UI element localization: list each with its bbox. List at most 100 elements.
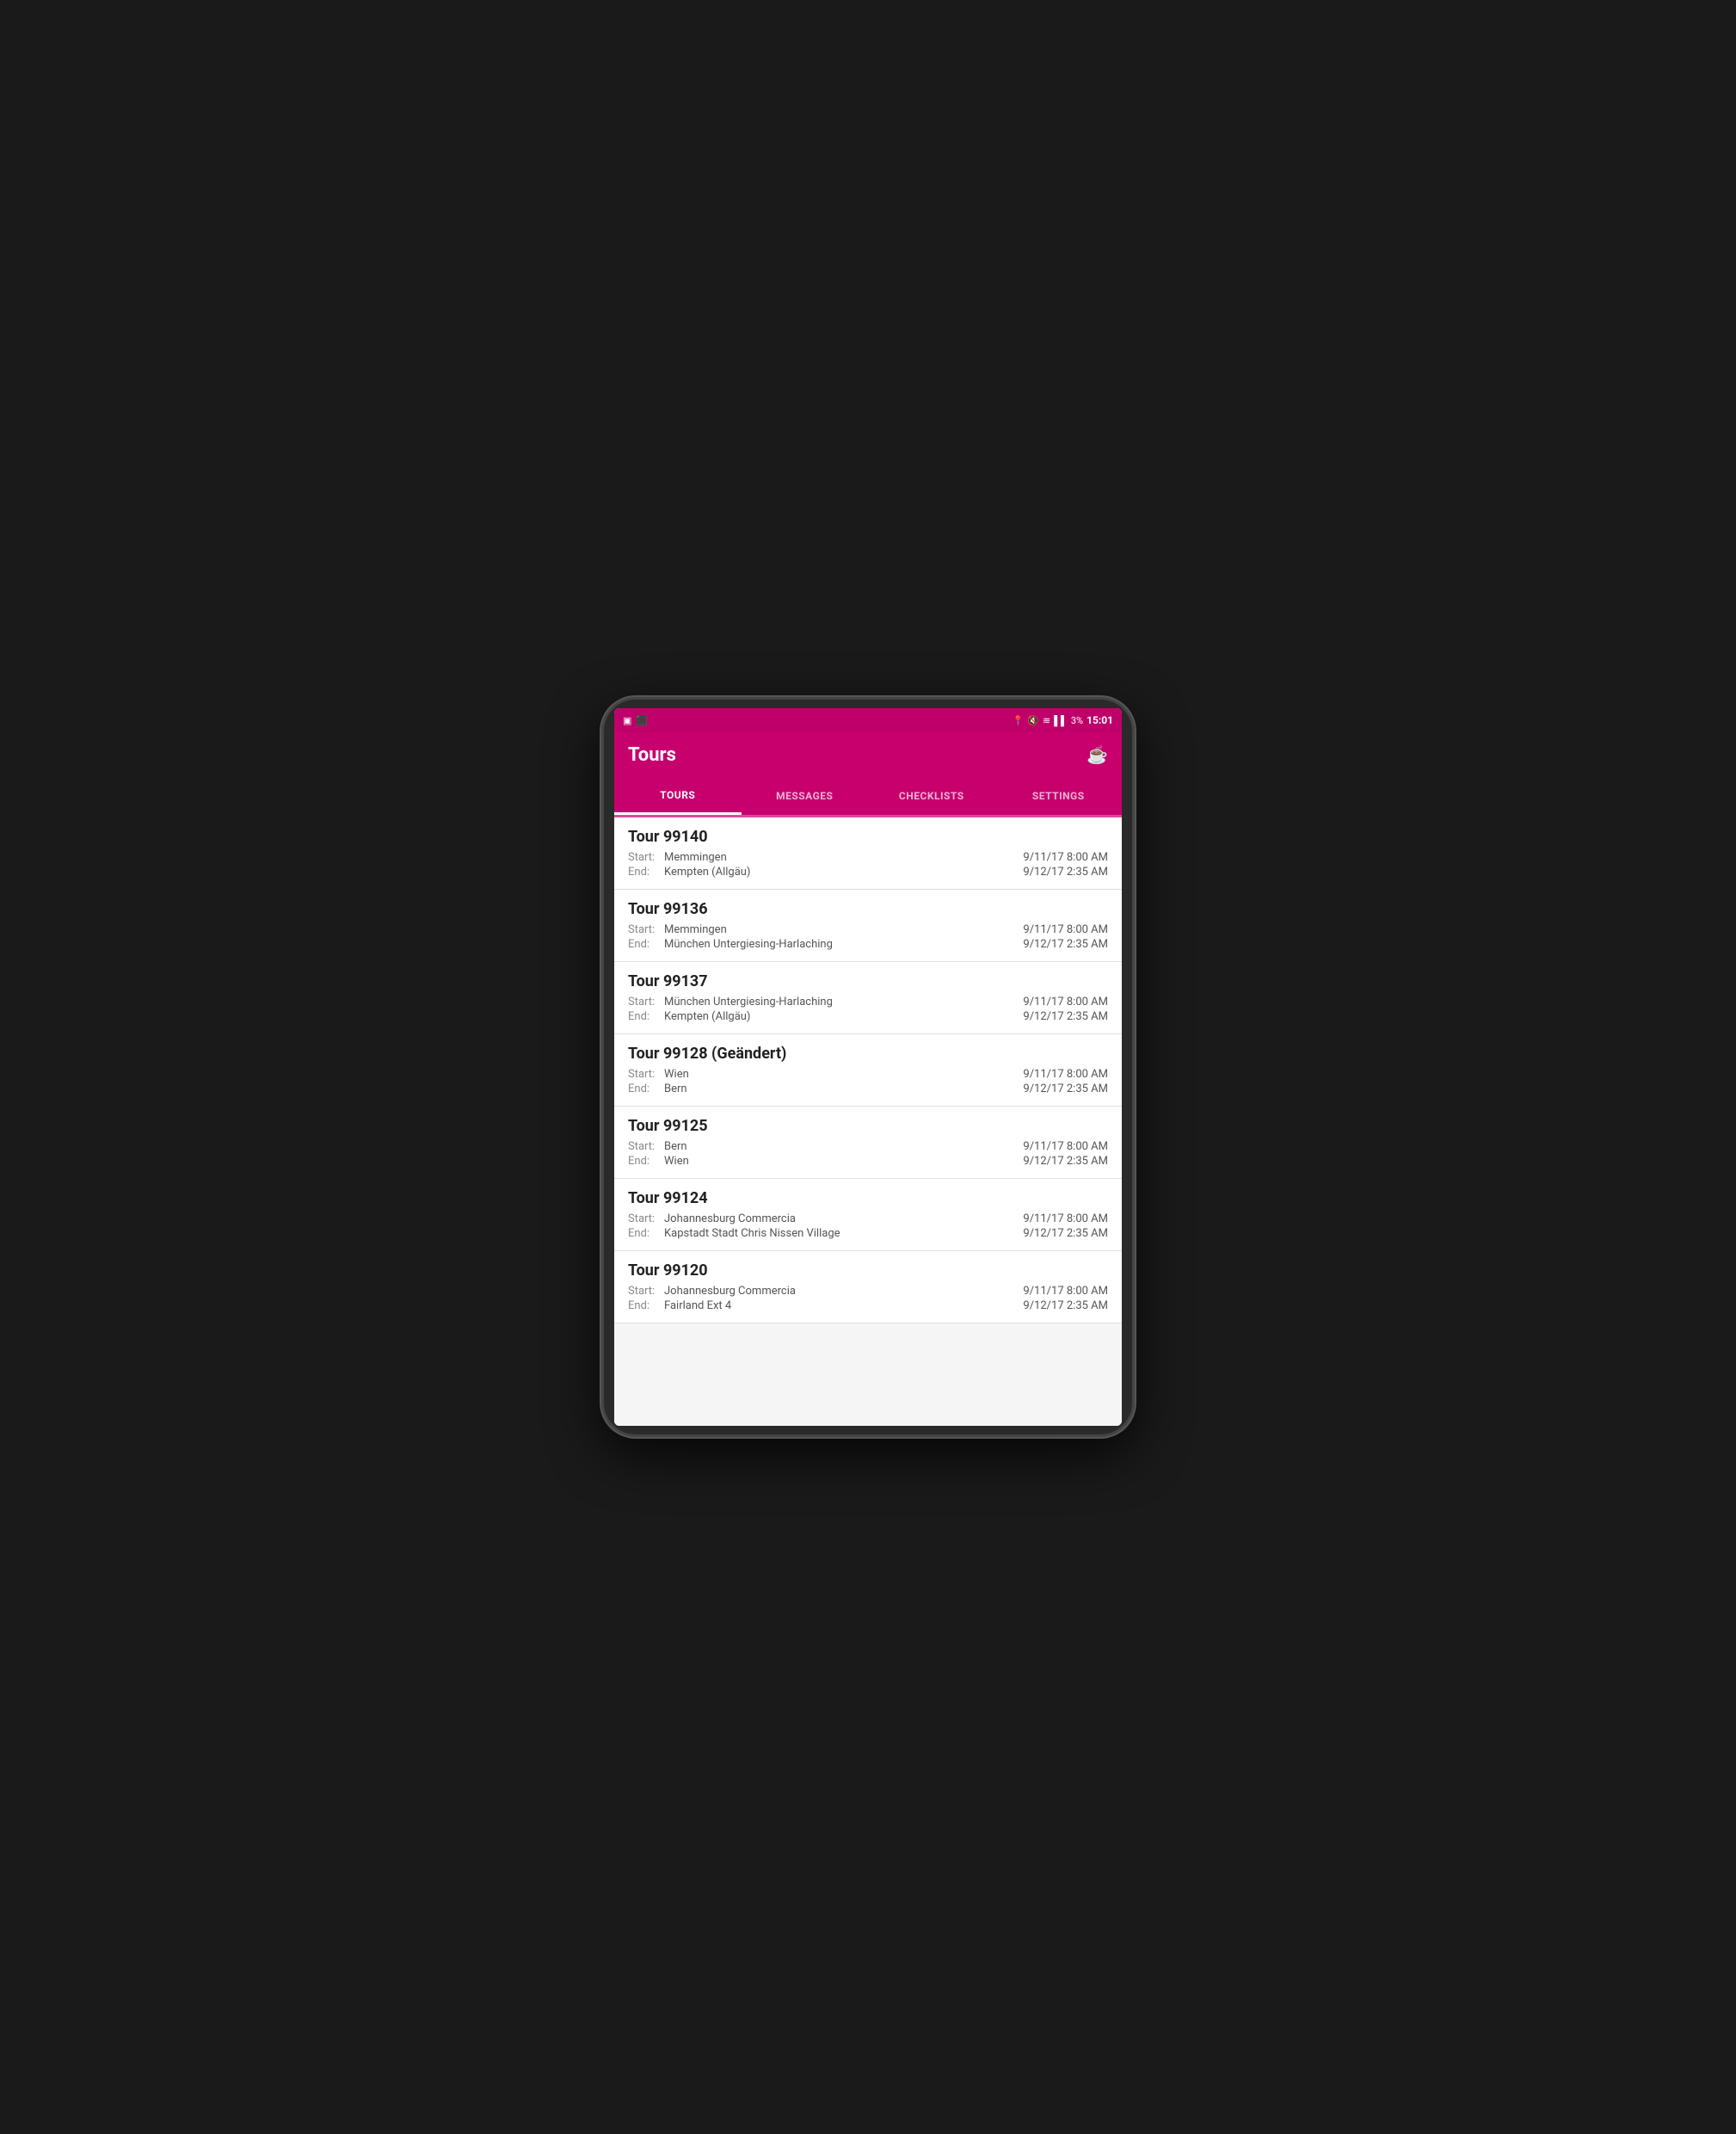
tour-end-label: End: bbox=[628, 1155, 661, 1168]
tour-end-label: End: bbox=[628, 866, 661, 879]
tab-tours[interactable]: TOURS bbox=[614, 777, 742, 815]
tour-start-location: Wien bbox=[664, 1068, 689, 1081]
tour-end-date: 9/12/17 2:35 AM bbox=[1023, 1155, 1108, 1168]
tab-messages-label: MESSAGES bbox=[776, 790, 833, 802]
tour-name: Tour 99137 bbox=[628, 972, 1108, 990]
tour-end-label: End: bbox=[628, 1299, 661, 1312]
tour-end-left: End: Kapstadt Stadt Chris Nissen Village bbox=[628, 1227, 840, 1240]
tour-end-label: End: bbox=[628, 938, 661, 951]
tour-item[interactable]: Tour 99124 Start: Johannesburg Commercia… bbox=[614, 1179, 1122, 1251]
tour-end-row: End: Kapstadt Stadt Chris Nissen Village… bbox=[628, 1227, 1108, 1240]
tour-end-date: 9/12/17 2:35 AM bbox=[1023, 1082, 1108, 1095]
tour-start-left: Start: Johannesburg Commercia bbox=[628, 1212, 796, 1225]
tour-name: Tour 99124 bbox=[628, 1189, 1108, 1207]
tour-end-row: End: München Untergiesing-Harlaching 9/1… bbox=[628, 938, 1108, 951]
coffee-icon[interactable]: ☕ bbox=[1087, 744, 1108, 765]
tour-start-row: Start: Johannesburg Commercia 9/11/17 8:… bbox=[628, 1285, 1108, 1298]
tour-end-date: 9/12/17 2:35 AM bbox=[1023, 866, 1108, 879]
tour-start-date: 9/11/17 8:00 AM bbox=[1023, 851, 1108, 864]
tour-start-left: Start: Wien bbox=[628, 1068, 689, 1081]
tour-end-location: München Untergiesing-Harlaching bbox=[664, 938, 833, 951]
tour-start-label: Start: bbox=[628, 851, 661, 864]
status-time: 15:01 bbox=[1087, 714, 1113, 726]
tab-checklists-label: CHECKLISTS bbox=[899, 790, 964, 802]
tab-tours-label: TOURS bbox=[660, 789, 695, 801]
tour-start-label: Start: bbox=[628, 1140, 661, 1153]
tour-start-label: Start: bbox=[628, 1068, 661, 1081]
tour-end-date: 9/12/17 2:35 AM bbox=[1023, 1227, 1108, 1240]
image-icon: ⬛ bbox=[636, 715, 648, 726]
tour-start-location: Johannesburg Commercia bbox=[664, 1212, 796, 1225]
wifi-icon: ≋ bbox=[1043, 715, 1050, 726]
tour-end-location: Kempten (Allgäu) bbox=[664, 1010, 750, 1023]
tour-start-left: Start: Memmingen bbox=[628, 851, 727, 864]
tour-start-date: 9/11/17 8:00 AM bbox=[1023, 1212, 1108, 1225]
app-title: Tours bbox=[628, 744, 676, 766]
tour-start-left: Start: Johannesburg Commercia bbox=[628, 1285, 796, 1298]
signal-icon: ▌▌ bbox=[1054, 715, 1068, 726]
tour-end-location: Wien bbox=[664, 1155, 689, 1168]
tour-start-label: Start: bbox=[628, 1285, 661, 1298]
device-frame: ▣ ⬛ 📍 🔇 ≋ ▌▌ 3% 15:01 Tours ☕ TOURS MESS bbox=[601, 697, 1135, 1437]
tour-start-location: München Untergiesing-Harlaching bbox=[664, 996, 833, 1008]
tour-end-location: Fairland Ext 4 bbox=[664, 1299, 731, 1312]
tour-item[interactable]: Tour 99128 (Geändert) Start: Wien 9/11/1… bbox=[614, 1034, 1122, 1107]
tour-end-left: End: Bern bbox=[628, 1082, 687, 1095]
tour-item[interactable]: Tour 99125 Start: Bern 9/11/17 8:00 AM E… bbox=[614, 1107, 1122, 1179]
tour-start-label: Start: bbox=[628, 923, 661, 936]
tour-end-row: End: Kempten (Allgäu) 9/12/17 2:35 AM bbox=[628, 866, 1108, 879]
tour-start-date: 9/11/17 8:00 AM bbox=[1023, 996, 1108, 1008]
tour-start-left: Start: München Untergiesing-Harlaching bbox=[628, 996, 833, 1008]
tour-start-date: 9/11/17 8:00 AM bbox=[1023, 1140, 1108, 1153]
tour-end-left: End: München Untergiesing-Harlaching bbox=[628, 938, 833, 951]
tour-item[interactable]: Tour 99120 Start: Johannesburg Commercia… bbox=[614, 1251, 1122, 1323]
tour-name: Tour 99125 bbox=[628, 1117, 1108, 1135]
tour-start-location: Bern bbox=[664, 1140, 687, 1153]
tour-end-left: End: Kempten (Allgäu) bbox=[628, 1010, 750, 1023]
app-bar: Tours ☕ bbox=[614, 732, 1122, 777]
tour-end-date: 9/12/17 2:35 AM bbox=[1023, 1010, 1108, 1023]
tour-start-label: Start: bbox=[628, 1212, 661, 1225]
tour-start-location: Memmingen bbox=[664, 851, 727, 864]
tour-item[interactable]: Tour 99136 Start: Memmingen 9/11/17 8:00… bbox=[614, 890, 1122, 962]
tab-settings[interactable]: SETTINGS bbox=[995, 777, 1123, 815]
tour-end-left: End: Wien bbox=[628, 1155, 689, 1168]
tour-start-row: Start: Wien 9/11/17 8:00 AM bbox=[628, 1068, 1108, 1081]
tour-end-location: Kapstadt Stadt Chris Nissen Village bbox=[664, 1227, 840, 1240]
tour-end-row: End: Bern 9/12/17 2:35 AM bbox=[628, 1082, 1108, 1095]
tour-end-left: End: Fairland Ext 4 bbox=[628, 1299, 731, 1312]
tour-start-date: 9/11/17 8:00 AM bbox=[1023, 1285, 1108, 1298]
tour-name: Tour 99120 bbox=[628, 1261, 1108, 1280]
tour-start-left: Start: Bern bbox=[628, 1140, 687, 1153]
tour-end-date: 9/12/17 2:35 AM bbox=[1023, 938, 1108, 951]
tab-bar: TOURS MESSAGES CHECKLISTS SETTINGS bbox=[614, 777, 1122, 817]
tours-list: Tour 99140 Start: Memmingen 9/11/17 8:00… bbox=[614, 817, 1122, 1426]
status-bar: ▣ ⬛ 📍 🔇 ≋ ▌▌ 3% 15:01 bbox=[614, 708, 1122, 732]
battery-text: 3% bbox=[1071, 715, 1083, 726]
tour-start-row: Start: München Untergiesing-Harlaching 9… bbox=[628, 996, 1108, 1008]
tour-item[interactable]: Tour 99137 Start: München Untergiesing-H… bbox=[614, 962, 1122, 1034]
tour-start-date: 9/11/17 8:00 AM bbox=[1023, 1068, 1108, 1081]
tour-end-label: End: bbox=[628, 1010, 661, 1023]
tour-item[interactable]: Tour 99140 Start: Memmingen 9/11/17 8:00… bbox=[614, 817, 1122, 890]
tour-start-row: Start: Bern 9/11/17 8:00 AM bbox=[628, 1140, 1108, 1153]
status-bar-left: ▣ ⬛ bbox=[623, 715, 648, 726]
tour-start-row: Start: Memmingen 9/11/17 8:00 AM bbox=[628, 851, 1108, 864]
tab-messages[interactable]: MESSAGES bbox=[742, 777, 869, 815]
tour-name: Tour 99140 bbox=[628, 828, 1108, 846]
tab-settings-label: SETTINGS bbox=[1032, 790, 1085, 802]
location-icon: 📍 bbox=[1013, 715, 1025, 726]
tour-end-left: End: Kempten (Allgäu) bbox=[628, 866, 750, 879]
screen: ▣ ⬛ 📍 🔇 ≋ ▌▌ 3% 15:01 Tours ☕ TOURS MESS bbox=[614, 708, 1122, 1426]
tour-start-label: Start: bbox=[628, 996, 661, 1008]
tour-end-label: End: bbox=[628, 1227, 661, 1240]
tour-start-location: Memmingen bbox=[664, 923, 727, 936]
tour-name: Tour 99128 (Geändert) bbox=[628, 1045, 1108, 1063]
tour-start-left: Start: Memmingen bbox=[628, 923, 727, 936]
tab-checklists[interactable]: CHECKLISTS bbox=[868, 777, 995, 815]
tour-start-row: Start: Johannesburg Commercia 9/11/17 8:… bbox=[628, 1212, 1108, 1225]
tour-end-location: Bern bbox=[664, 1082, 687, 1095]
phone-icon: ▣ bbox=[623, 715, 631, 726]
tour-name: Tour 99136 bbox=[628, 900, 1108, 918]
tour-end-row: End: Kempten (Allgäu) 9/12/17 2:35 AM bbox=[628, 1010, 1108, 1023]
